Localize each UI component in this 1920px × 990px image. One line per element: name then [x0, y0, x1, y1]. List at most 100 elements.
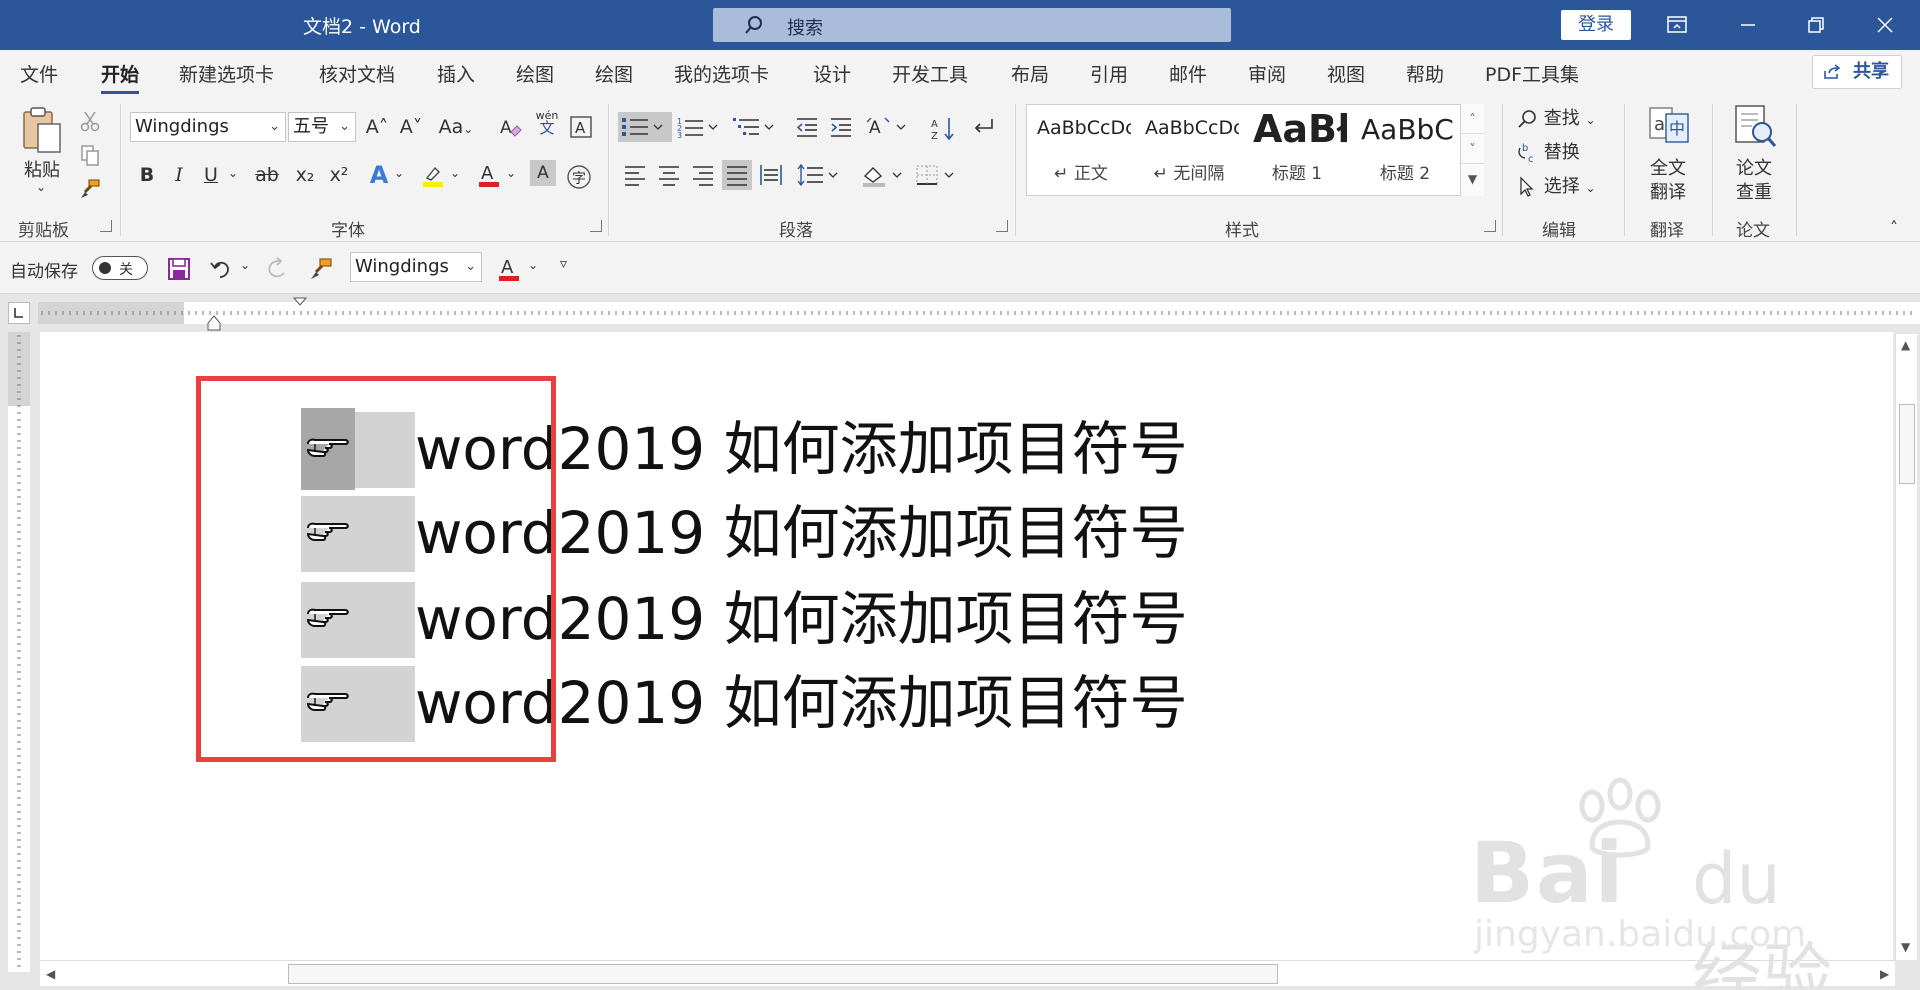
enclose-character-icon[interactable]: 字	[564, 160, 594, 190]
tab-help[interactable]: 帮助	[1406, 60, 1444, 87]
distributed-icon[interactable]	[756, 160, 786, 190]
tab-file[interactable]: 文件	[20, 60, 58, 87]
tab-mailings[interactable]: 邮件	[1169, 60, 1207, 87]
bold-button[interactable]: B	[132, 160, 162, 190]
show-marks-icon[interactable]	[968, 112, 998, 142]
font-size-dropdown[interactable]: 五号 ⌄	[288, 112, 356, 142]
tab-design[interactable]: 设计	[813, 60, 851, 87]
style-no-spacing[interactable]: AaBbCcDc ↵ 无间隔	[1135, 105, 1243, 195]
align-center-icon[interactable]	[654, 160, 684, 190]
format-painter-icon[interactable]	[306, 253, 336, 283]
text-effects-button[interactable]: A	[364, 160, 394, 190]
style-normal[interactable]: AaBbCcDc ↵ 正文	[1027, 105, 1135, 195]
tab-home[interactable]: 开始	[101, 60, 140, 94]
tab-my-tab[interactable]: 我的选项卡	[674, 60, 769, 87]
restore-icon[interactable]	[1801, 10, 1831, 40]
styles-expand-icon[interactable]: ▼	[1461, 164, 1484, 194]
vertical-scrollbar[interactable]: ▲ ▼	[1895, 334, 1917, 960]
tab-draw-2[interactable]: 绘图	[595, 60, 633, 87]
horizontal-ruler[interactable]	[38, 297, 1920, 331]
borders-icon[interactable]	[914, 160, 960, 190]
font-launcher-icon[interactable]	[590, 220, 602, 232]
justify-icon[interactable]	[722, 160, 752, 190]
subscript-button[interactable]: x₂	[290, 160, 320, 190]
collapse-ribbon-icon[interactable]: ˄	[1890, 218, 1898, 237]
style-heading-2[interactable]: AaBbC 标题 2	[1351, 105, 1459, 195]
copy-icon[interactable]	[75, 140, 105, 170]
share-button[interactable]: 共享	[1812, 55, 1902, 89]
font-name-dropdown[interactable]: Wingdings ⌄	[130, 112, 286, 142]
scroll-right-icon[interactable]: ▶	[1880, 967, 1889, 981]
undo-icon[interactable]	[206, 253, 236, 283]
grow-font-button[interactable]: A˄	[362, 112, 392, 142]
paste-dropdown-icon[interactable]: ⌄	[36, 180, 46, 194]
multilevel-list-icon[interactable]	[732, 112, 778, 142]
font-color-dropdown-icon[interactable]: ⌄	[506, 166, 516, 180]
paste-button[interactable]	[20, 104, 64, 159]
sort-icon[interactable]: AZ	[928, 112, 958, 142]
qat-font-name-dropdown[interactable]: Wingdings ⌄	[350, 252, 482, 282]
character-border-icon[interactable]: A	[566, 112, 596, 142]
save-icon[interactable]	[164, 253, 194, 283]
styles-scroll-up-icon[interactable]: ˄	[1461, 104, 1484, 134]
login-button[interactable]: 登录	[1561, 10, 1631, 40]
tab-insert[interactable]: 插入	[437, 60, 475, 87]
font-color-icon[interactable]: A	[474, 158, 504, 188]
decrease-indent-icon[interactable]	[792, 112, 822, 142]
superscript-button[interactable]: x²	[324, 160, 354, 190]
strikethrough-button[interactable]: ab	[252, 160, 282, 190]
scroll-left-icon[interactable]: ◀	[46, 967, 55, 981]
autosave-toggle[interactable]: 关	[92, 256, 148, 280]
scroll-up-icon[interactable]: ▲	[1901, 338, 1910, 352]
align-right-icon[interactable]	[688, 160, 718, 190]
italic-button[interactable]: I	[164, 160, 194, 190]
tab-review[interactable]: 审阅	[1248, 60, 1286, 87]
format-painter-icon[interactable]	[75, 174, 105, 204]
numbering-icon[interactable]: 123	[676, 112, 722, 142]
ribbon-display-icon[interactable]	[1662, 10, 1692, 40]
select-button[interactable]: 选择 ⌄	[1516, 172, 1596, 198]
cut-icon[interactable]	[75, 106, 105, 136]
replace-button[interactable]: bc 替换	[1516, 138, 1580, 165]
close-icon[interactable]	[1870, 10, 1900, 40]
qat-font-color-dropdown-icon[interactable]: ⌄	[528, 258, 538, 272]
shrink-font-button[interactable]: A˅	[396, 112, 426, 142]
clear-format-icon[interactable]: A	[496, 112, 526, 142]
tab-draw-1[interactable]: 绘图	[516, 60, 554, 87]
hscrollbar-thumb[interactable]	[288, 964, 1278, 984]
paper-check-button[interactable]	[1730, 104, 1778, 155]
align-left-icon[interactable]	[620, 160, 650, 190]
tab-pdf-tools[interactable]: PDF工具集	[1485, 60, 1579, 87]
chinese-layout-icon[interactable]: A	[866, 112, 912, 142]
undo-dropdown-icon[interactable]: ⌄	[240, 258, 250, 272]
scroll-down-icon[interactable]: ▼	[1901, 940, 1910, 954]
horizontal-scrollbar[interactable]: ◀ ▶	[40, 960, 1895, 986]
search-box[interactable]: 搜索	[713, 8, 1231, 42]
minimize-icon[interactable]	[1733, 10, 1763, 40]
tab-check-doc[interactable]: 核对文档	[319, 60, 395, 87]
increase-indent-icon[interactable]	[826, 112, 856, 142]
underline-dropdown-icon[interactable]: ⌄	[228, 166, 238, 180]
tab-new-tab[interactable]: 新建选项卡	[179, 60, 274, 87]
styles-scroll-down-icon[interactable]: ˅	[1461, 134, 1484, 164]
shading-icon[interactable]	[860, 160, 906, 190]
clipboard-launcher-icon[interactable]	[100, 220, 112, 232]
phonetic-guide-button[interactable]: wén 文	[533, 110, 561, 136]
qat-font-color-icon[interactable]: A	[494, 252, 524, 282]
customize-qat-icon[interactable]: ▿	[560, 256, 567, 272]
line-spacing-icon[interactable]	[796, 160, 842, 190]
tab-view[interactable]: 视图	[1327, 60, 1365, 87]
underline-button[interactable]: U	[196, 160, 226, 190]
highlight-icon[interactable]	[418, 160, 448, 190]
tab-developer[interactable]: 开发工具	[892, 60, 968, 87]
tab-stop-selector[interactable]	[8, 302, 30, 324]
text-effects-dropdown-icon[interactable]: ⌄	[394, 166, 404, 180]
scrollbar-thumb[interactable]	[1899, 404, 1915, 484]
tab-layout[interactable]: 布局	[1011, 60, 1049, 87]
vertical-ruler[interactable]	[8, 332, 30, 972]
change-case-button[interactable]: Aa⌄	[436, 112, 476, 142]
find-button[interactable]: 查找 ⌄	[1516, 104, 1596, 130]
translate-button[interactable]: a中	[1644, 104, 1694, 153]
styles-launcher-icon[interactable]	[1484, 220, 1496, 232]
first-line-indent-icon[interactable]	[292, 296, 308, 318]
